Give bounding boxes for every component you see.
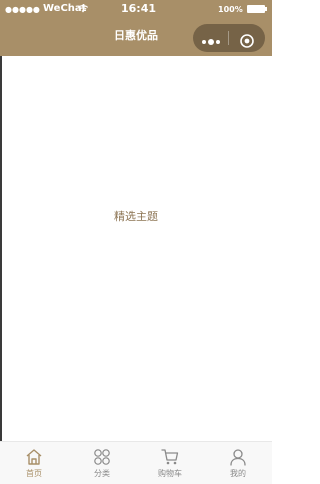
featured-theme-title: 精选主题 [114, 210, 158, 223]
user-icon [230, 449, 246, 466]
wifi-icon [78, 5, 88, 13]
left-edge-border [0, 0, 2, 484]
tab-category-label: 分类 [94, 469, 110, 478]
miniprogram-capsule [193, 24, 265, 52]
tab-category[interactable]: 分类 [68, 442, 136, 484]
tab-profile[interactable]: 我的 [204, 442, 272, 484]
more-menu-button[interactable] [193, 24, 229, 52]
tab-cart[interactable]: 购物车 [136, 442, 204, 484]
header: ●●●●● WeChat 16:41 100% 日惠优品 [0, 0, 272, 56]
close-miniprogram-button[interactable] [229, 24, 265, 52]
category-icon [94, 449, 110, 465]
tab-cart-label: 购物车 [158, 469, 182, 478]
tab-home[interactable]: 首页 [0, 442, 68, 484]
close-target-icon [240, 34, 254, 48]
battery-cap-icon [265, 7, 267, 11]
status-time: 16:41 [121, 2, 157, 15]
battery-percentage: 100% [218, 5, 243, 14]
tab-home-label: 首页 [26, 469, 42, 478]
tab-profile-label: 我的 [230, 469, 246, 478]
bottom-tabbar: 首页 分类 购物车 我的 [0, 441, 272, 484]
status-bar: ●●●●● WeChat 16:41 100% [0, 0, 272, 20]
navigation-bar: 日惠优品 [0, 20, 272, 56]
signal-strength-icon: ●●●●● [5, 5, 40, 14]
home-icon [26, 449, 42, 465]
battery-icon [247, 5, 265, 13]
cart-icon [161, 449, 179, 465]
more-dots-icon [201, 37, 221, 48]
app-screen: ●●●●● WeChat 16:41 100% 日惠优品 精选主题 首页 分类 … [0, 0, 272, 484]
